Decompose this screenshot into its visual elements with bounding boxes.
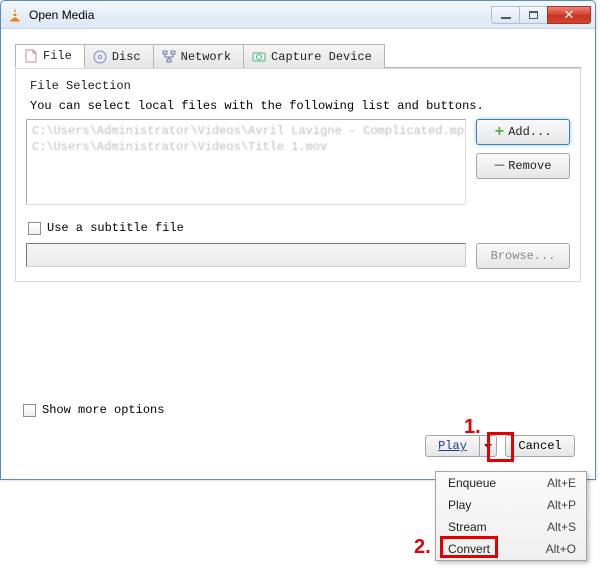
menu-item-convert[interactable]: Convert Alt+O (436, 538, 586, 560)
tab-capture-label: Capture Device (271, 50, 372, 64)
menu-item-stream[interactable]: Stream Alt+S (436, 516, 586, 538)
maximize-button[interactable] (519, 6, 547, 24)
menu-label: Play (448, 498, 547, 512)
tab-network[interactable]: Network (153, 44, 244, 68)
menu-shortcut: Alt+S (547, 520, 576, 534)
menu-shortcut: Alt+O (546, 542, 576, 556)
chevron-down-icon (484, 444, 492, 449)
annotation-label-1: 1. (464, 416, 481, 439)
tab-capture[interactable]: Capture Device (243, 44, 385, 68)
file-selection-instruction: You can select local files with the foll… (30, 99, 570, 113)
cancel-button[interactable]: Cancel (505, 435, 575, 457)
minimize-button[interactable] (491, 6, 519, 24)
show-more-row: Show more options (23, 403, 164, 417)
network-icon (162, 50, 176, 64)
menu-label: Stream (448, 520, 547, 534)
subtitle-path-input[interactable] (26, 243, 466, 267)
subtitle-checkbox[interactable] (28, 222, 41, 235)
add-button-label: Add... (508, 125, 551, 139)
file-list[interactable]: C:\Users\Administrator\Videos\Avril Lavi… (26, 119, 466, 205)
play-split-button: Play (425, 435, 497, 457)
menu-item-play[interactable]: Play Alt+P (436, 494, 586, 516)
vlc-cone-icon (7, 7, 23, 23)
bottom-buttons: Play Cancel (425, 435, 575, 457)
remove-button-label: Remove (508, 159, 551, 173)
show-more-label: Show more options (42, 403, 164, 417)
open-media-window: Open Media ✕ File Disc Network Capture D… (0, 0, 596, 480)
window-title: Open Media (29, 8, 491, 22)
minimize-icon (501, 17, 511, 19)
file-panel: File Selection You can select local file… (15, 68, 581, 282)
file-item[interactable]: C:\Users\Administrator\Videos\Title 1.mo… (30, 139, 462, 155)
annotation-label-2: 2. (414, 536, 431, 559)
menu-shortcut: Alt+P (547, 498, 576, 512)
close-icon: ✕ (564, 7, 575, 23)
tabs: File Disc Network Capture Device (15, 43, 581, 68)
window-body: File Disc Network Capture Device File Se… (1, 29, 595, 479)
file-item[interactable]: C:\Users\Administrator\Videos\Avril Lavi… (30, 123, 462, 139)
play-dropdown-button[interactable] (479, 435, 497, 457)
plus-icon: + (495, 124, 505, 140)
tab-disc-label: Disc (112, 50, 141, 64)
remove-button[interactable]: — Remove (476, 153, 570, 179)
capture-icon (252, 50, 266, 64)
disc-icon (93, 50, 107, 64)
file-selection-title: File Selection (30, 79, 570, 93)
subtitle-label: Use a subtitle file (47, 221, 184, 235)
titlebar: Open Media ✕ (1, 1, 595, 29)
browse-button-label: Browse... (491, 249, 556, 263)
play-dropdown-menu: Enqueue Alt+E Play Alt+P Stream Alt+S Co… (435, 471, 587, 561)
tab-network-label: Network (181, 50, 231, 64)
play-button-label: Play (438, 439, 467, 453)
browse-button[interactable]: Browse... (476, 243, 570, 269)
cancel-button-label: Cancel (518, 439, 561, 453)
add-button[interactable]: + Add... (476, 119, 570, 145)
tab-file-label: File (43, 49, 72, 63)
show-more-checkbox[interactable] (23, 404, 36, 417)
file-icon (24, 49, 38, 63)
maximize-icon (529, 11, 538, 19)
menu-label: Convert (448, 542, 546, 556)
menu-shortcut: Alt+E (547, 476, 576, 490)
menu-label: Enqueue (448, 476, 547, 490)
tab-file[interactable]: File (15, 44, 85, 68)
minus-icon: — (495, 157, 505, 173)
close-button[interactable]: ✕ (547, 6, 591, 24)
tab-disc[interactable]: Disc (84, 44, 154, 68)
menu-item-enqueue[interactable]: Enqueue Alt+E (436, 472, 586, 494)
window-controls: ✕ (491, 6, 591, 24)
